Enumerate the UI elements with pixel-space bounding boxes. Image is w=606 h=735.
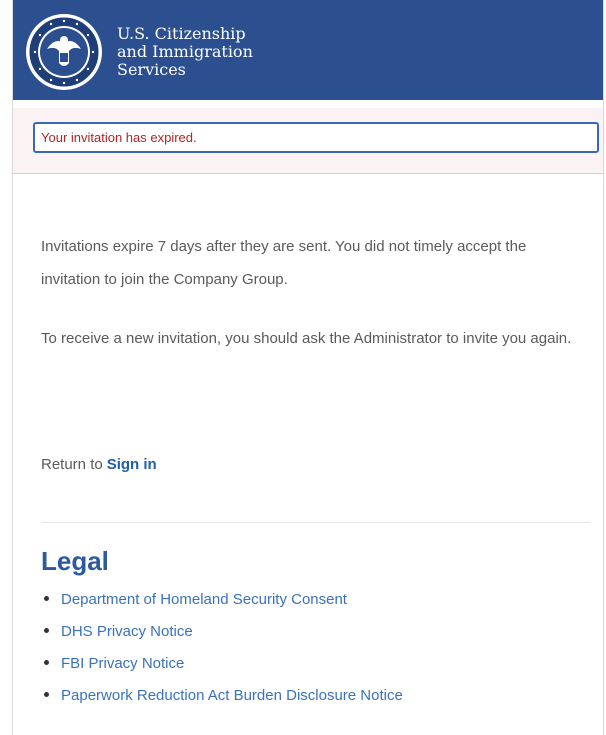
- agency-name-line2: and Immigration: [117, 42, 253, 61]
- legal-list-item: DHS Privacy Notice: [41, 617, 403, 649]
- legal-heading: Legal: [41, 546, 109, 576]
- agency-name-line1: U.S. Citizenship: [117, 24, 246, 43]
- return-prefix: Return to: [41, 456, 103, 473]
- bullet-icon: [44, 660, 49, 666]
- legal-list-item: Paperwork Reduction Act Burden Disclosur…: [41, 681, 403, 713]
- fbi-privacy-notice-link[interactable]: FBI Privacy Notice: [61, 655, 184, 672]
- paperwork-reduction-act-link[interactable]: Paperwork Reduction Act Burden Disclosur…: [61, 687, 403, 704]
- page-frame: U.S. Citizenship and Immigration Service…: [12, 0, 604, 735]
- bullet-icon: [44, 692, 49, 698]
- divider: [41, 522, 591, 523]
- return-line: Return to Sign in: [41, 456, 157, 473]
- legal-list-item: FBI Privacy Notice: [41, 649, 403, 681]
- legal-list-item: Department of Homeland Security Consent: [41, 585, 403, 617]
- site-header: U.S. Citizenship and Immigration Service…: [13, 0, 603, 100]
- agency-name-line3: Services: [117, 60, 186, 79]
- expired-alert-message: Your invitation has expired.: [33, 122, 599, 153]
- legal-links-list: Department of Homeland Security Consent …: [41, 585, 403, 713]
- alert-banner: Your invitation has expired.: [13, 108, 603, 174]
- dhs-privacy-notice-link[interactable]: DHS Privacy Notice: [61, 623, 193, 640]
- expiry-explanation: Invitations expire 7 days after they are…: [41, 238, 527, 288]
- bullet-icon: [44, 628, 49, 634]
- agency-name: U.S. Citizenship and Immigration Service…: [117, 25, 253, 79]
- reinvite-instructions: To receive a new invitation, you should …: [41, 330, 572, 347]
- bullet-icon: [44, 596, 49, 602]
- sign-in-link[interactable]: Sign in: [107, 456, 157, 473]
- dhs-consent-link[interactable]: Department of Homeland Security Consent: [61, 591, 347, 608]
- dhs-seal-icon: [26, 14, 102, 90]
